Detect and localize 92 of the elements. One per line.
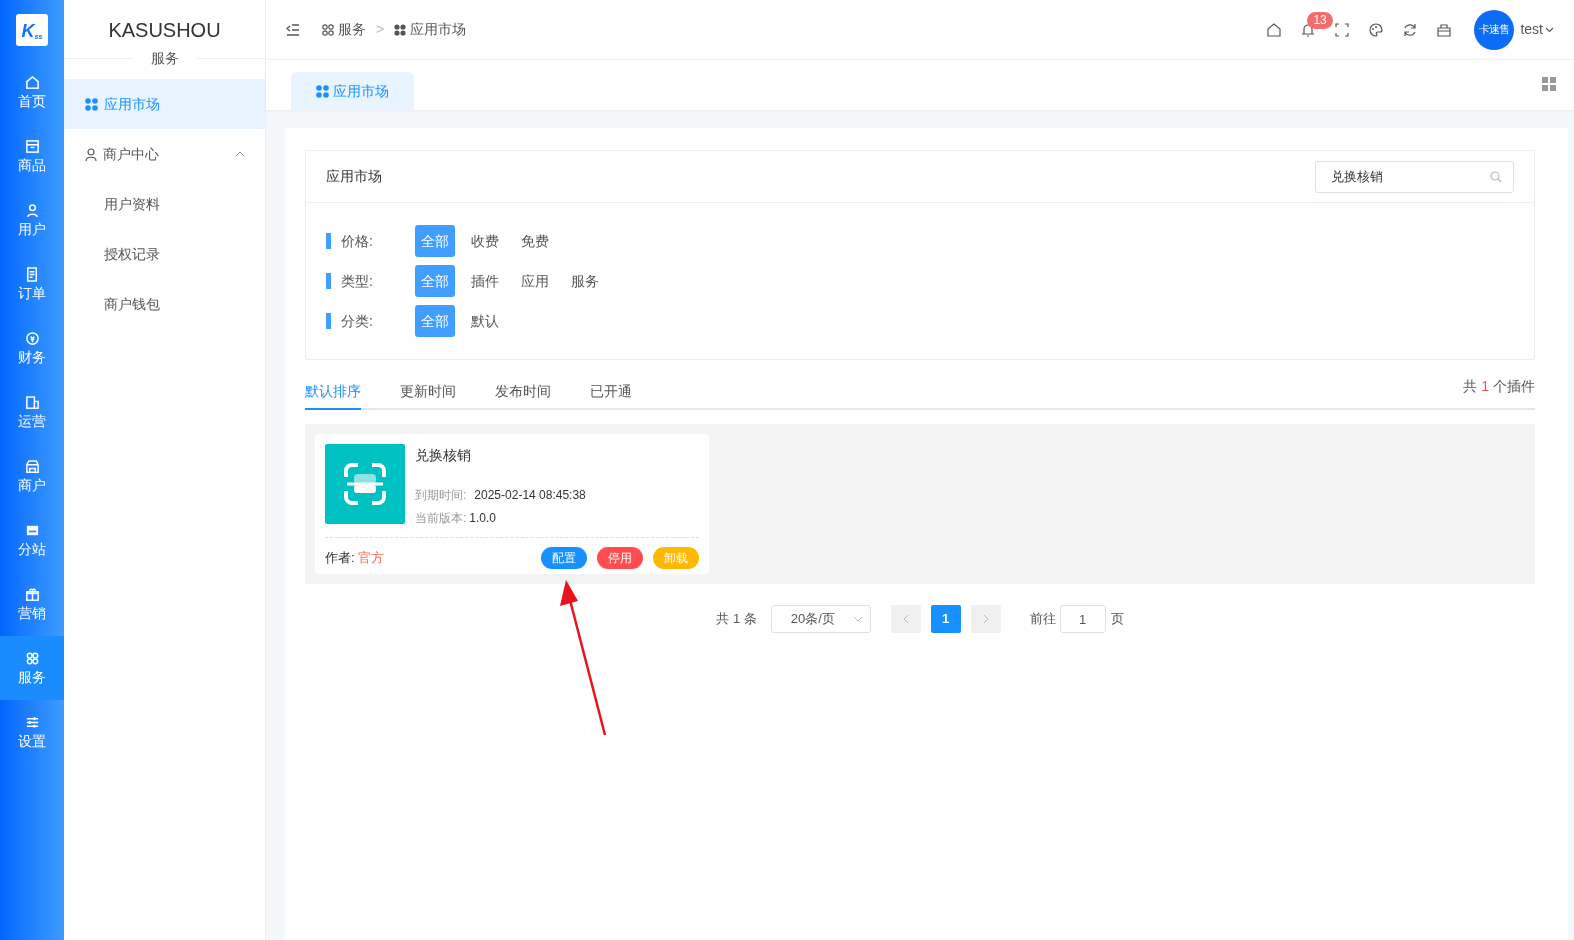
rail-item[interactable]: 设置 [0, 700, 64, 764]
page-number[interactable]: 1 [930, 605, 961, 633]
rail-item[interactable]: 首页 [0, 60, 64, 124]
search-field[interactable]: 兑换核销 [1315, 160, 1514, 193]
field-label: 到期时间: [415, 487, 467, 504]
palette-icon[interactable] [1368, 21, 1385, 38]
grid-icon[interactable] [1542, 77, 1556, 91]
rail-item[interactable]: 用户 [0, 188, 64, 252]
box-icon [24, 138, 40, 154]
notification-badge: 13 [1307, 11, 1333, 29]
scan-icon [344, 463, 386, 505]
version-number: 1.0.0 [469, 510, 497, 527]
sort-tab[interactable]: 更新时间 [400, 374, 456, 410]
sidebar-subitem[interactable]: 商户钱包 [64, 279, 265, 329]
collapse-menu-icon[interactable] [286, 23, 300, 36]
count-label: 个插件 [1493, 377, 1535, 396]
home-icon[interactable] [1266, 21, 1283, 38]
expiry-date: 2025-02-14 08:45:38 [474, 487, 586, 504]
user-icon [24, 202, 40, 218]
filter-marker [326, 313, 331, 329]
chevron-right-icon [982, 614, 989, 624]
gift-icon [24, 586, 40, 602]
caret-icon [1545, 26, 1554, 33]
store-icon[interactable] [1436, 21, 1453, 38]
goto-label: 前往 [1029, 610, 1056, 629]
plugin-action-button[interactable]: 停用 [597, 547, 643, 569]
home-icon [24, 74, 40, 90]
filter-option[interactable]: 默认 [465, 305, 505, 337]
chevron-left-icon [902, 614, 909, 624]
pagination-total: 共 1 条 [716, 610, 757, 629]
rail-item[interactable]: 服务 [0, 636, 64, 700]
filter-option[interactable]: 全部 [415, 305, 455, 337]
author-name: 官方 [357, 549, 384, 568]
filter-option[interactable]: 全部 [415, 265, 455, 297]
filter-option[interactable]: 免费 [515, 225, 555, 257]
filter-label: 分类: [341, 311, 374, 331]
goto-suffix: 页 [1110, 610, 1124, 629]
grid-icon [85, 97, 98, 111]
section-title: 服务 [149, 48, 180, 68]
rail-item[interactable]: 商户 [0, 444, 64, 508]
count-value: 1 [1481, 377, 1489, 396]
breadcrumb-item[interactable]: 应用市场 [394, 19, 467, 40]
grid-icon [316, 84, 329, 98]
document-icon [24, 266, 40, 282]
sliders-icon [24, 714, 40, 730]
page-tab[interactable]: 应用市场 [291, 72, 414, 110]
author-label: 作者: [325, 549, 355, 568]
plugin-name: 兑换核销 [415, 446, 472, 465]
caret-icon [852, 616, 863, 622]
count-label: 共 [1463, 377, 1478, 396]
rail-item[interactable]: 分站 [0, 508, 64, 572]
grid-icon [322, 23, 334, 36]
sort-tab[interactable]: 发布时间 [495, 374, 551, 410]
page-size-select[interactable]: 20条/页 [770, 605, 871, 633]
sidebar-item[interactable]: 商户中心 [64, 129, 265, 179]
filter-label: 价格: [341, 231, 374, 251]
filter-option[interactable]: 服务 [565, 265, 605, 297]
sidebar-subitem[interactable]: 授权记录 [64, 229, 265, 279]
field-label: 当前版本: [415, 510, 467, 527]
rail-item[interactable]: 营销 [0, 572, 64, 636]
panel-title: 应用市场 [326, 167, 382, 186]
breadcrumb-item[interactable]: 服务 [322, 19, 366, 40]
grid-icon [394, 23, 407, 36]
rail-item[interactable]: 订单 [0, 252, 64, 316]
filter-option[interactable]: 收费 [465, 225, 505, 257]
breadcrumb-separator: > [376, 20, 385, 39]
chart-icon [24, 394, 40, 410]
rail-item[interactable]: 财务 [0, 316, 64, 380]
filter-option[interactable]: 应用 [515, 265, 555, 297]
sidebar-item[interactable]: 应用市场 [64, 79, 265, 129]
avatar[interactable]: 卡速售 [1474, 9, 1515, 50]
fullscreen-icon[interactable] [1334, 21, 1351, 38]
filter-marker [326, 233, 331, 249]
plugin-action-button[interactable]: 配置 [541, 547, 587, 569]
filter-marker [326, 273, 331, 289]
user-icon [85, 147, 97, 161]
filter-option[interactable]: 全部 [415, 225, 455, 257]
coin-icon [24, 330, 40, 346]
sort-tab[interactable]: 已开通 [590, 374, 632, 410]
rail-item[interactable]: 运营 [0, 380, 64, 444]
sidebar-subitem[interactable]: 用户资料 [64, 179, 265, 229]
search-icon [1490, 170, 1502, 183]
refresh-icon[interactable] [1402, 21, 1419, 38]
sort-tab[interactable]: 默认排序 [305, 374, 361, 410]
user-menu[interactable]: test [1520, 19, 1543, 40]
filter-option[interactable]: 插件 [465, 265, 505, 297]
shop-icon [24, 458, 40, 474]
page-jump-field[interactable]: 1 [1059, 605, 1106, 633]
grid-icon [24, 650, 40, 666]
filter-label: 类型: [341, 271, 374, 291]
rail-item[interactable]: 商品 [0, 124, 64, 188]
brand-name: KASUSHOU [107, 18, 222, 42]
